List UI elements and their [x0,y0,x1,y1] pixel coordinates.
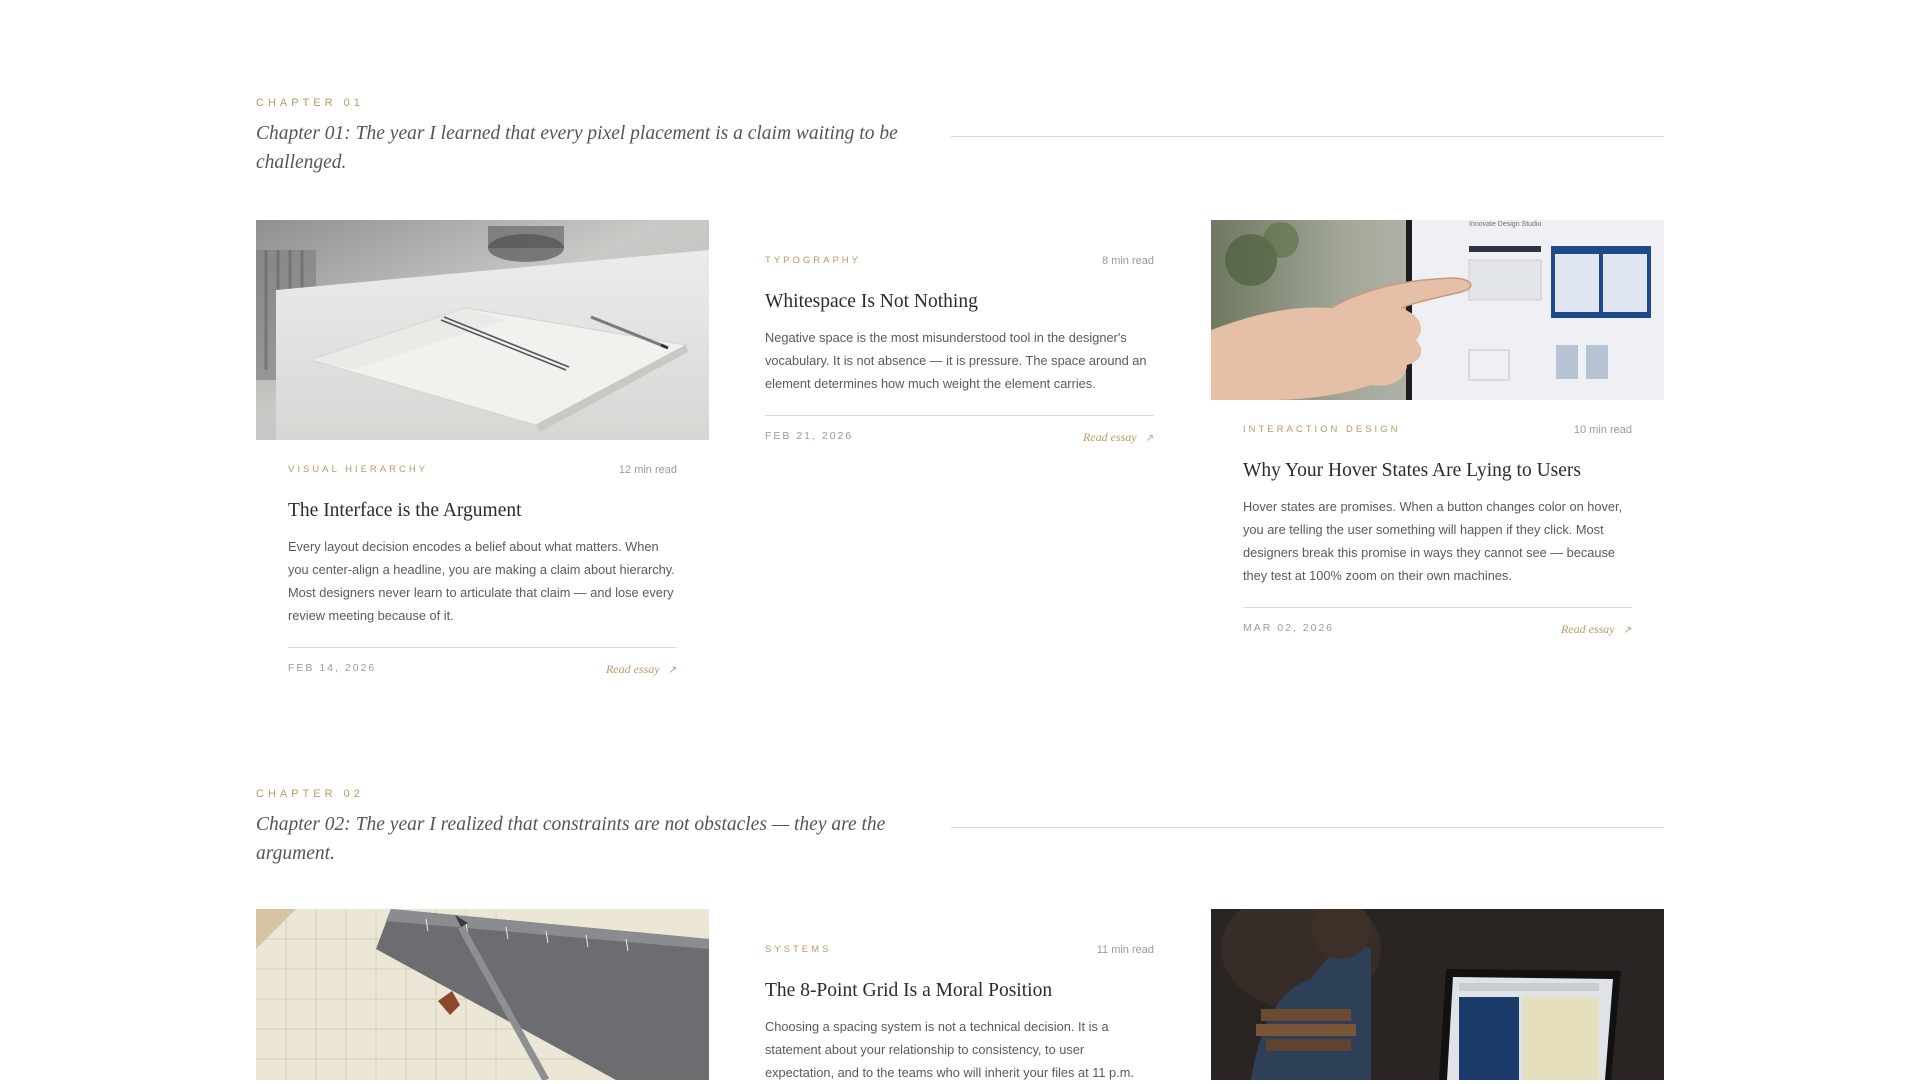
card-excerpt: Every layout decision encodes a belief a… [288,539,675,623]
card-read-time: 12 min read [618,464,677,476]
hand-pointing-screen-photo: Innovate Design Studio [1211,220,1664,400]
card-divider [1243,607,1632,608]
card-meta: TYPOGRAPHY 8 min read [765,255,1154,269]
page: CHAPTER 01 Chapter 01: The year I learne… [0,0,1920,1080]
card-title[interactable]: The Interface is the Argument [288,498,677,524]
card-title[interactable]: Why Your Hover States Are Lying to Users [1243,458,1632,484]
card-category: INTERACTION DESIGN [1243,424,1401,435]
card-footer: FEB 21, 2026 Read essay ↗ [765,428,1154,452]
card-meta: VISUAL HIERARCHY 12 min read [288,464,677,478]
card-title[interactable]: Whitespace Is Not Nothing [765,289,1154,315]
card-read-time: 8 min read [1102,255,1154,267]
read-essay-link[interactable]: Read essay ↗ [1561,622,1632,637]
chapter-title: Chapter 01: The year I learned that ever… [256,123,898,173]
laptop-dark-photo [1211,909,1664,1080]
card-excerpt: Negative space is the most misunderstood… [765,330,1147,391]
card-excerpt: Hover states are promises. When a button… [1243,499,1623,583]
card-meta: INTERACTION DESIGN 10 min read [1243,424,1632,438]
chapter-label: CHAPTER 01 [256,97,364,109]
read-essay-label: Read essay [1082,430,1137,444]
read-essay-label: Read essay [1560,622,1615,636]
card-date: MAR 02, 2026 [1243,622,1335,634]
chapter-01: CHAPTER 01 Chapter 01: The year I learne… [256,97,1664,737]
card-body: TYPOGRAPHY 8 min read Whitespace Is Not … [765,255,1154,452]
card-body: SYSTEMS 11 min read The 8-Point Grid Is … [765,944,1154,1084]
card-divider [288,647,677,648]
chapter-02: CHAPTER 02 Chapter 02: The year I realiz… [256,788,1664,1080]
card-excerpt: Choosing a spacing system is not a techn… [765,1019,1134,1080]
ruler-pencil-photo [256,909,709,1080]
card-read-time: 11 min read [1096,944,1154,956]
card-read-time: 10 min read [1573,424,1632,436]
card-category: VISUAL HIERARCHY [288,464,429,475]
card-title[interactable]: The 8-Point Grid Is a Moral Position [765,978,1154,1004]
card-date: FEB 14, 2026 [288,662,377,674]
arrow-up-right-icon: ↗ [668,665,677,676]
arrow-up-right-icon: ↗ [1145,433,1154,444]
card-footer: MAR 02, 2026 Read essay ↗ [1243,620,1632,644]
card-divider [765,415,1154,416]
card-meta: SYSTEMS 11 min read [765,944,1154,958]
card-date: FEB 21, 2026 [765,430,854,442]
card-category: TYPOGRAPHY [765,255,861,266]
read-essay-label: Read essay [605,662,660,676]
chapter-divider [951,136,1664,137]
card-category: SYSTEMS [765,944,832,955]
read-essay-link[interactable]: Read essay ↗ [606,662,677,677]
read-essay-link[interactable]: Read essay ↗ [1083,430,1154,445]
chapter-label: CHAPTER 02 [256,788,364,800]
notebook-photo [256,220,709,440]
card-body: VISUAL HIERARCHY 12 min read The Interfa… [288,464,677,684]
chapter-divider [951,827,1664,828]
card-body: INTERACTION DESIGN 10 min read Why Your … [1243,424,1632,644]
card-footer: FEB 14, 2026 Read essay ↗ [288,660,677,684]
chapter-title: Chapter 02: The year I realized that con… [256,814,886,864]
arrow-up-right-icon: ↗ [1623,625,1632,636]
screen-header-text: Innovate Design Studio [1469,221,1541,228]
